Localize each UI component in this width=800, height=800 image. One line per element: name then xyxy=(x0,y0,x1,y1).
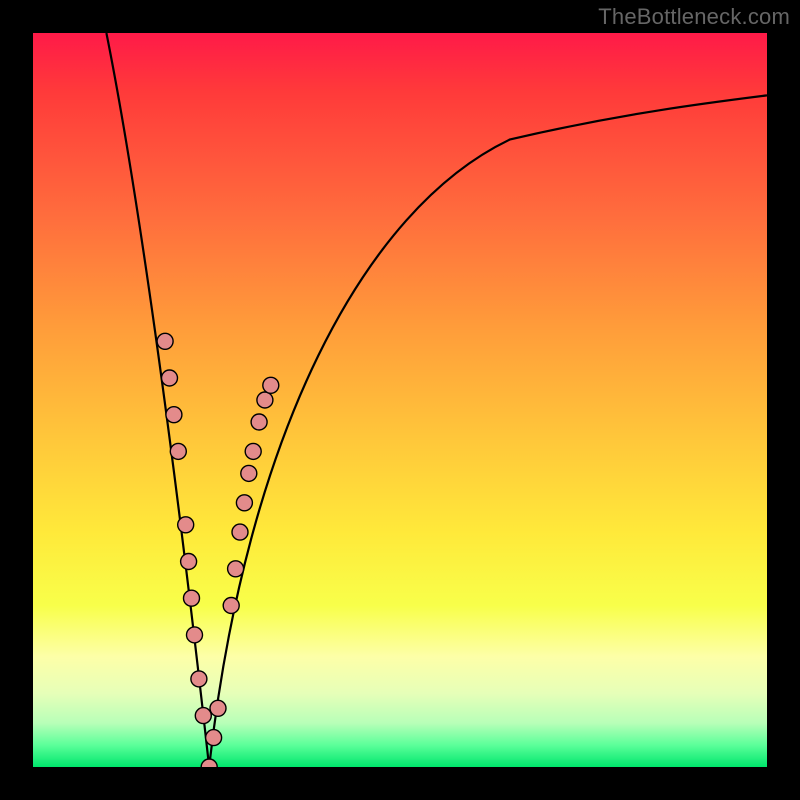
curve-marker xyxy=(187,627,203,643)
curve-marker xyxy=(223,598,239,614)
curve-marker xyxy=(166,407,182,423)
curve-marker xyxy=(170,443,186,459)
curve-marker xyxy=(241,465,257,481)
curve-marker xyxy=(157,333,173,349)
curve-marker xyxy=(206,730,222,746)
curve-markers xyxy=(157,333,279,767)
curve-marker xyxy=(201,759,217,767)
curve-marker xyxy=(251,414,267,430)
curve-marker xyxy=(245,443,261,459)
watermark-text: TheBottleneck.com xyxy=(598,4,790,30)
chart-frame xyxy=(33,33,767,767)
curve-marker xyxy=(162,370,178,386)
bottleneck-curve xyxy=(106,33,767,767)
curve-marker xyxy=(210,700,226,716)
curve-marker xyxy=(232,524,248,540)
curve-marker xyxy=(257,392,273,408)
curve-marker xyxy=(236,495,252,511)
curve-marker xyxy=(228,561,244,577)
curve-marker xyxy=(263,377,279,393)
curve-marker xyxy=(178,517,194,533)
curve-marker xyxy=(184,590,200,606)
curve-marker xyxy=(195,708,211,724)
curve-marker xyxy=(191,671,207,687)
curve-marker xyxy=(181,554,197,570)
chart-svg xyxy=(33,33,767,767)
